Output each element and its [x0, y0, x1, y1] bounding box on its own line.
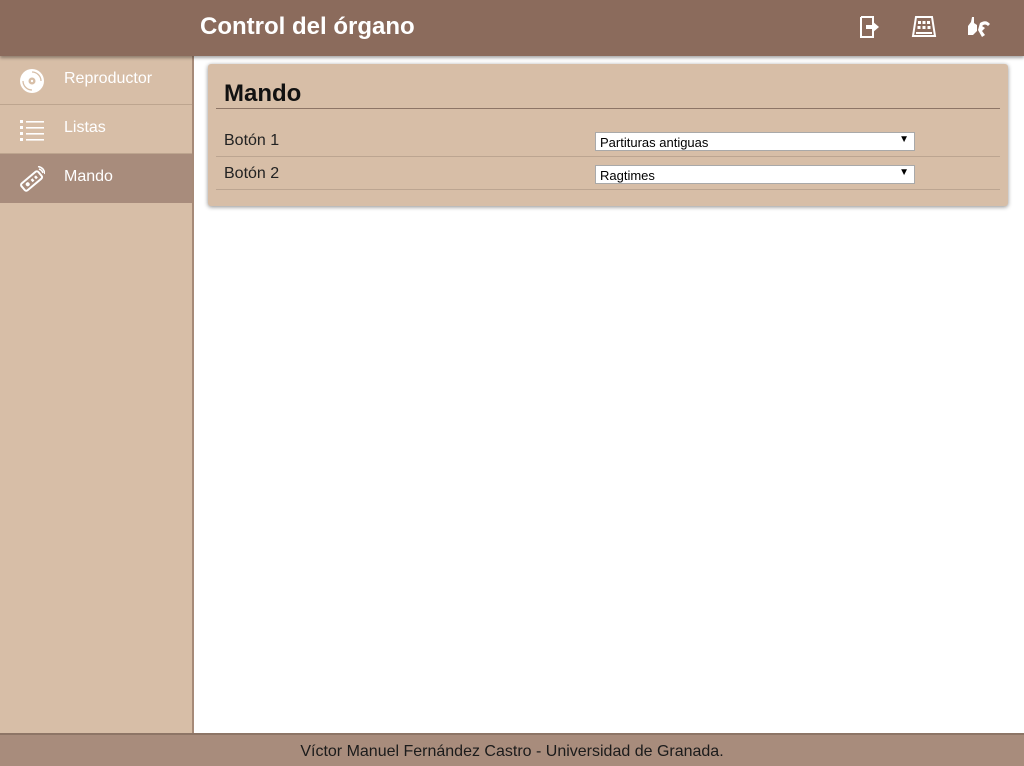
mando-panel: Mando Botón 1 Partituras antiguas ▼ Botó… [208, 64, 1008, 206]
sidebar-item-reproductor[interactable]: Reproductor [0, 56, 192, 105]
button-1-select[interactable]: Partituras antiguas ▼ [595, 132, 915, 151]
sidebar-item-mando[interactable]: Mando [0, 154, 192, 203]
select-value: Ragtimes [600, 168, 655, 183]
app-title: Control del órgano [200, 13, 415, 40]
select-value: Partituras antiguas [600, 135, 709, 150]
keypad-icon [911, 16, 937, 37]
list-icon [20, 120, 44, 141]
footer: Víctor Manuel Fernández Castro - Univers… [0, 733, 1024, 766]
sidebar: Reproductor Listas Mando [0, 56, 194, 733]
button-2-select[interactable]: Ragtimes ▼ [595, 165, 915, 184]
sign-language-icon [968, 17, 990, 37]
sign-language-button[interactable] [965, 13, 993, 41]
button-mapping-row: Botón 1 Partituras antiguas ▼ [216, 125, 1000, 157]
sidebar-item-label: Reproductor [64, 70, 153, 87]
remote-icon [20, 166, 45, 192]
sidebar-item-label: Listas [64, 119, 106, 136]
logout-icon [860, 16, 879, 38]
keypad-button[interactable] [910, 13, 938, 41]
title-divider [216, 108, 1000, 109]
sidebar-item-label: Mando [64, 168, 113, 185]
button-mapping-row: Botón 2 Ragtimes ▼ [216, 158, 1000, 190]
disc-icon [20, 69, 44, 93]
row-label: Botón 1 [224, 132, 280, 149]
panel-title: Mando [224, 80, 302, 107]
dropdown-arrow-icon: ▼ [899, 134, 909, 145]
top-bar: Control del órgano [0, 0, 1024, 56]
logout-button[interactable] [855, 13, 883, 41]
dropdown-arrow-icon: ▼ [899, 167, 909, 178]
row-label: Botón 2 [224, 165, 280, 182]
sidebar-item-listas[interactable]: Listas [0, 105, 192, 154]
footer-credits: Víctor Manuel Fernández Castro - Univers… [300, 743, 724, 760]
